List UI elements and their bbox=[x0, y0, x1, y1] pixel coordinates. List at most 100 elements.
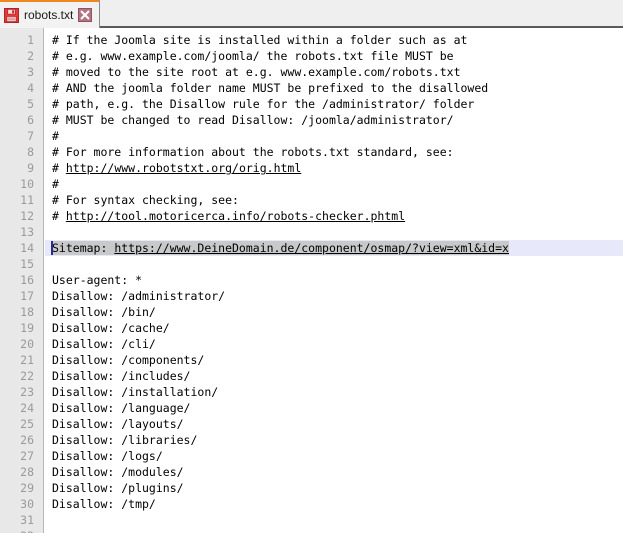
line-number: 16 bbox=[20, 273, 34, 287]
code-line[interactable]: Sitemap: https://www.DeineDomain.de/comp… bbox=[45, 240, 623, 256]
floppy-disk-icon bbox=[4, 7, 19, 23]
line-number: 17 bbox=[20, 289, 34, 303]
tab-label: robots.txt bbox=[24, 8, 74, 22]
code-line[interactable]: Disallow: /logs/ bbox=[45, 448, 623, 464]
code-line[interactable]: # For more information about the robots.… bbox=[45, 144, 623, 160]
code-line-text: Disallow: /administrator/ bbox=[52, 289, 226, 303]
code-line-text: Disallow: /includes/ bbox=[52, 369, 191, 383]
code-line-text: # moved to the site root at e.g. www.exa… bbox=[52, 65, 461, 79]
line-number: 1 bbox=[27, 33, 34, 47]
line-number: 21 bbox=[20, 353, 34, 367]
code-line-text: # MUST be changed to read Disallow: /joo… bbox=[52, 113, 454, 127]
code-line-text: # e.g. www.example.com/joomla/ the robot… bbox=[52, 49, 454, 63]
line-number: 20 bbox=[20, 337, 34, 351]
line-number: 10 bbox=[20, 177, 34, 191]
code-line[interactable]: Disallow: /components/ bbox=[45, 352, 623, 368]
code-line[interactable]: User-agent: * bbox=[45, 272, 623, 288]
code-line[interactable]: Disallow: /tmp/ bbox=[45, 496, 623, 512]
line-number: 2 bbox=[27, 49, 34, 63]
code-line[interactable]: Disallow: /bin/ bbox=[45, 304, 623, 320]
line-number: 29 bbox=[20, 481, 34, 495]
code-line[interactable]: Disallow: /administrator/ bbox=[45, 288, 623, 304]
code-line-text: # AND the joomla folder name MUST be pre… bbox=[52, 81, 489, 95]
close-icon[interactable] bbox=[78, 8, 93, 22]
line-number: 4 bbox=[27, 81, 34, 95]
code-line[interactable]: Disallow: /modules/ bbox=[45, 464, 623, 480]
code-line[interactable]: # http://www.robotstxt.org/orig.html bbox=[45, 160, 623, 176]
code-area[interactable]: 1 2 3 4 5 6 7 8 9 10 11 12 13 14 15 16 17 18 19 20 21 22 23 24 2… bbox=[0, 28, 623, 533]
code-line[interactable] bbox=[45, 224, 623, 240]
line-number: 25 bbox=[20, 417, 34, 431]
line-number: 19 bbox=[20, 321, 34, 335]
code-line-text: Disallow: /layouts/ bbox=[52, 417, 184, 431]
code-line-text: Disallow: /cli/ bbox=[52, 337, 156, 351]
line-number: 32 bbox=[0, 528, 43, 533]
code-line-text: Disallow: /cache/ bbox=[52, 321, 170, 335]
line-number: 31 bbox=[20, 513, 34, 527]
line-number: 12 bbox=[20, 209, 34, 223]
code-line-text: Disallow: /tmp/ bbox=[52, 497, 156, 511]
code-line[interactable]: # For syntax checking, see: bbox=[45, 192, 623, 208]
code-line[interactable]: # path, e.g. the Disallow rule for the /… bbox=[45, 96, 623, 112]
code-line-text: Disallow: /installation/ bbox=[52, 385, 219, 399]
url-link[interactable]: https://www.DeineDomain.de/component/osm… bbox=[114, 241, 509, 255]
code-line[interactable]: Disallow: /plugins/ bbox=[45, 480, 623, 496]
line-number: 11 bbox=[20, 193, 34, 207]
code-line-text: # If the Joomla site is installed within… bbox=[52, 33, 468, 47]
code-line-text: # http://tool.motoricerca.info/robots-ch… bbox=[52, 209, 406, 223]
code-editor-window: robots.txt 1 2 3 4 5 6 7 8 9 10 11 12 13 14 15 16 17 18 19… bbox=[0, 0, 623, 533]
code-line[interactable]: # http://tool.motoricerca.info/robots-ch… bbox=[45, 208, 623, 224]
line-number: 24 bbox=[20, 401, 34, 415]
code-line[interactable] bbox=[45, 512, 623, 528]
code-line-text: Disallow: /modules/ bbox=[52, 465, 184, 479]
code-line[interactable]: Disallow: /cli/ bbox=[45, 336, 623, 352]
line-number: 13 bbox=[20, 225, 34, 239]
code-line-text: Disallow: /plugins/ bbox=[52, 481, 184, 495]
line-number: 8 bbox=[27, 145, 34, 159]
line-number: 6 bbox=[27, 113, 34, 127]
code-line[interactable]: Disallow: /language/ bbox=[45, 400, 623, 416]
line-number-gutter: 1 2 3 4 5 6 7 8 9 10 11 12 13 14 15 16 17 18 19 20 21 22 23 24 2… bbox=[0, 28, 44, 533]
code-line[interactable] bbox=[45, 256, 623, 272]
code-line-text: Sitemap: https://www.DeineDomain.de/comp… bbox=[52, 241, 509, 255]
tab-robots-txt[interactable]: robots.txt bbox=[0, 0, 101, 28]
line-number: 23 bbox=[20, 385, 34, 399]
code-line-text: # bbox=[52, 129, 59, 143]
code-line-text: # path, e.g. the Disallow rule for the /… bbox=[52, 97, 475, 111]
text-caret bbox=[51, 241, 53, 255]
code-line[interactable] bbox=[45, 528, 623, 533]
url-link[interactable]: http://tool.motoricerca.info/robots-chec… bbox=[66, 209, 405, 223]
line-number: 15 bbox=[20, 257, 34, 271]
code-line[interactable]: Disallow: /cache/ bbox=[45, 320, 623, 336]
url-link[interactable]: http://www.robotstxt.org/orig.html bbox=[66, 161, 301, 175]
line-number: 14 bbox=[20, 241, 34, 255]
code-line-text: Disallow: /bin/ bbox=[52, 305, 156, 319]
code-line[interactable]: # moved to the site root at e.g. www.exa… bbox=[45, 64, 623, 80]
code-line[interactable]: Disallow: /installation/ bbox=[45, 384, 623, 400]
code-line-text: Disallow: /logs/ bbox=[52, 449, 163, 463]
code-line[interactable]: # bbox=[45, 128, 623, 144]
code-line[interactable]: # e.g. www.example.com/joomla/ the robot… bbox=[45, 48, 623, 64]
code-line[interactable]: Disallow: /includes/ bbox=[45, 368, 623, 384]
code-line-text: Disallow: /libraries/ bbox=[52, 433, 198, 447]
tab-bar: robots.txt bbox=[0, 0, 623, 28]
line-number: 26 bbox=[20, 433, 34, 447]
code-line[interactable]: Disallow: /layouts/ bbox=[45, 416, 623, 432]
code-line-text: # For more information about the robots.… bbox=[52, 145, 454, 159]
line-number: 7 bbox=[27, 129, 34, 143]
line-number: 27 bbox=[20, 449, 34, 463]
code-line[interactable]: # MUST be changed to read Disallow: /joo… bbox=[45, 112, 623, 128]
code-line[interactable]: # If the Joomla site is installed within… bbox=[45, 32, 623, 48]
line-number: 18 bbox=[20, 305, 34, 319]
line-number: 3 bbox=[27, 65, 34, 79]
line-number: 5 bbox=[27, 97, 34, 111]
code-line[interactable]: # AND the joomla folder name MUST be pre… bbox=[45, 80, 623, 96]
code-line-text: # For syntax checking, see: bbox=[52, 193, 239, 207]
code-line-text: Disallow: /language/ bbox=[52, 401, 191, 415]
code-line[interactable]: Disallow: /libraries/ bbox=[45, 432, 623, 448]
line-number: 30 bbox=[20, 497, 34, 511]
code-line[interactable]: # bbox=[45, 176, 623, 192]
code-line-text: # http://www.robotstxt.org/orig.html bbox=[52, 161, 302, 175]
code-text-pane[interactable]: # If the Joomla site is installed within… bbox=[45, 28, 623, 533]
code-line-text: User-agent: * bbox=[52, 273, 143, 287]
